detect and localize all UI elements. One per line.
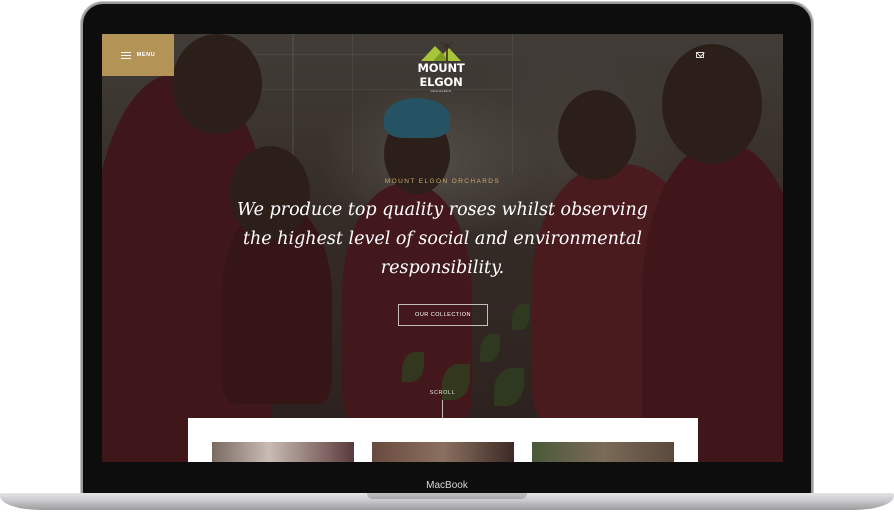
collection-panel: [188, 418, 698, 462]
hero-headline: We produce top quality roses whilst obse…: [237, 200, 648, 278]
laptop-base-notch: [367, 493, 527, 499]
scroll-label[interactable]: SCROLL: [102, 390, 783, 396]
menu-button[interactable]: MENU: [102, 34, 174, 76]
device-brand-label: MacBook: [426, 480, 468, 491]
mail-icon[interactable]: [696, 52, 704, 58]
menu-icon: [120, 51, 131, 59]
hero-eyebrow: MOUNT ELGON ORCHARDS: [384, 178, 501, 185]
menu-label: MENU: [136, 52, 156, 58]
browser-screen: MENU MOUNT ELGON ORCHARDS MOUNT ELGON OR…: [102, 34, 783, 462]
collection-thumbnail[interactable]: [212, 442, 354, 462]
mountain-tree-icon: [421, 41, 461, 61]
site-logo[interactable]: MOUNT ELGON ORCHARDS: [396, 40, 486, 93]
collection-thumbnail[interactable]: [532, 442, 674, 462]
logo-name: MOUNT ELGON: [417, 61, 465, 89]
our-collection-button[interactable]: OUR COLLECTION: [398, 304, 488, 326]
logo-subtitle: ORCHARDS: [430, 89, 452, 93]
collection-thumbnail[interactable]: [372, 442, 514, 462]
scroll-indicator-line: [442, 400, 443, 430]
